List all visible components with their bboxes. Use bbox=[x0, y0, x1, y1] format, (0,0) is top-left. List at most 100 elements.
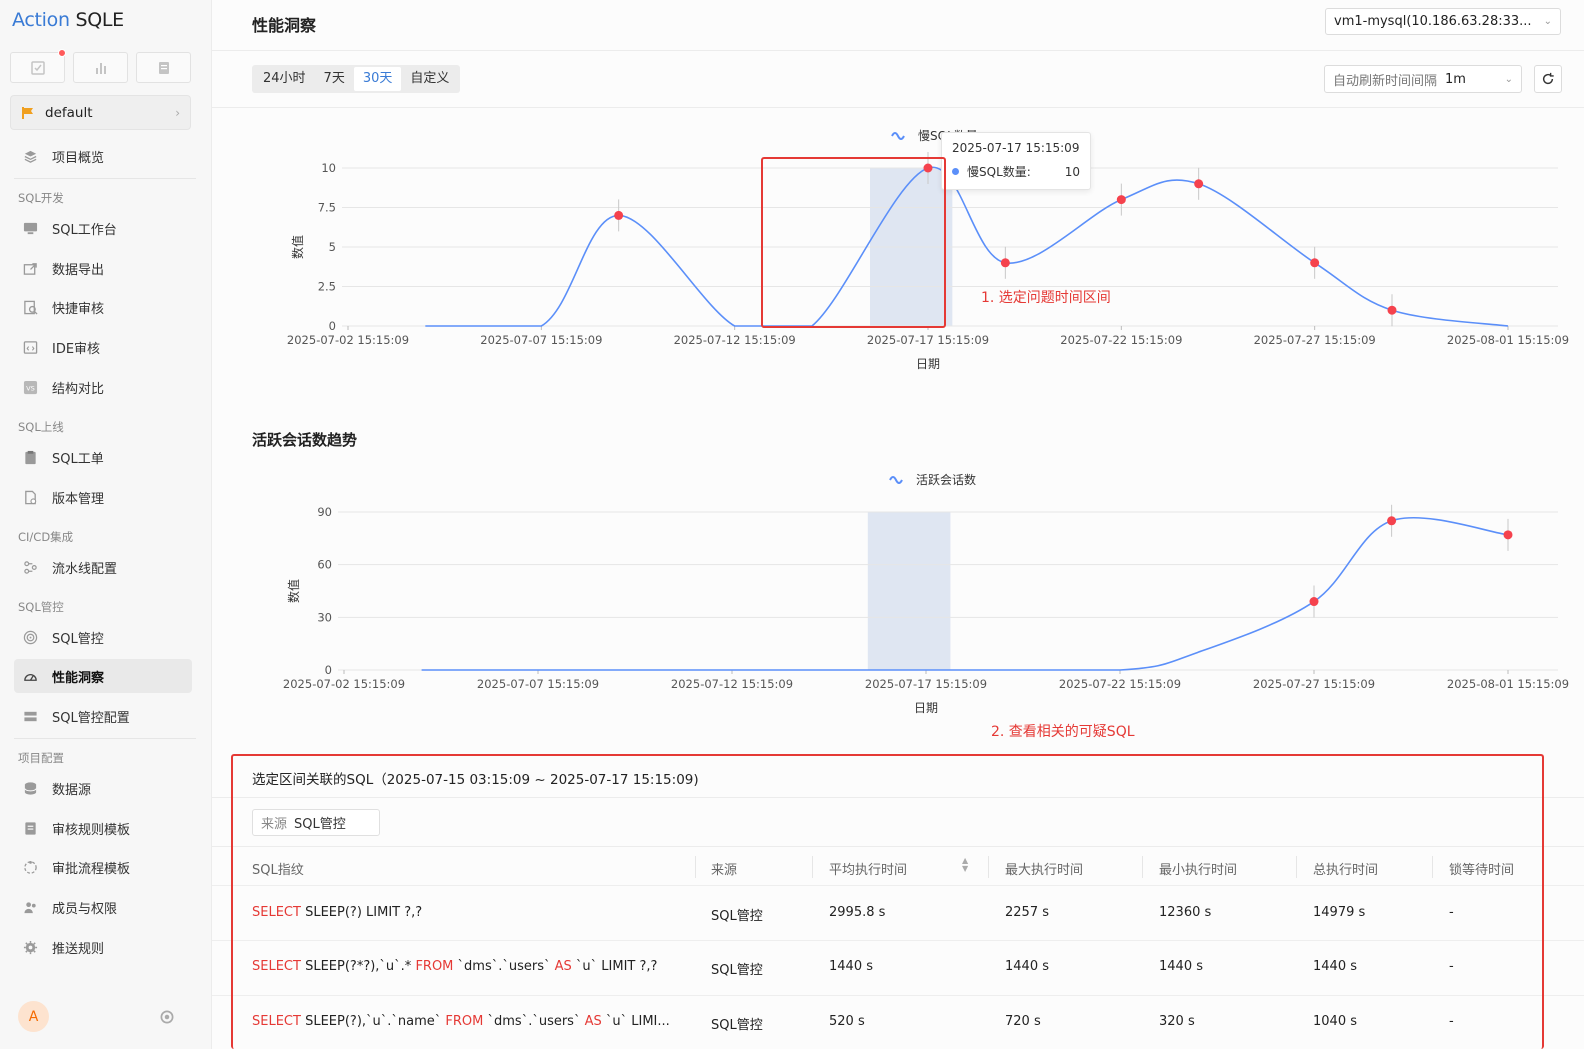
sidebar-item-data-export[interactable]: 数据导出 bbox=[14, 251, 192, 285]
sidebar-item-sql-control[interactable]: SQL管控 bbox=[14, 620, 192, 654]
sidebar-item-overview[interactable]: 项目概览 bbox=[14, 139, 192, 173]
database-icon bbox=[22, 780, 38, 796]
instance-select[interactable]: vm1-mysql(10.186.63.28:33... ⌄ bbox=[1325, 8, 1561, 35]
workflow-icon bbox=[22, 859, 38, 875]
sidebar-item-ide-audit[interactable]: IDE审核 bbox=[14, 330, 192, 364]
docs-button[interactable] bbox=[136, 52, 191, 83]
data-point bbox=[1000, 258, 1010, 268]
svg-text:VS: VS bbox=[26, 384, 35, 392]
code-window-icon bbox=[22, 339, 38, 355]
sidebar-item-datasource[interactable]: 数据源 bbox=[14, 771, 192, 805]
nav-divider bbox=[14, 178, 196, 179]
time-filter-bar: 24小时 7天 30天 自定义 自动刷新时间间隔 1m ⌄ bbox=[212, 51, 1584, 108]
data-point bbox=[1387, 516, 1397, 526]
selection-highlight bbox=[867, 512, 951, 670]
nav-group-sql-control: SQL管控 bbox=[18, 600, 64, 614]
range-30d[interactable]: 30天 bbox=[353, 67, 402, 91]
refresh-button[interactable] bbox=[1534, 65, 1562, 93]
range-custom[interactable]: 自定义 bbox=[401, 67, 458, 91]
y-tick-label: 2.5 bbox=[318, 280, 336, 294]
gear-icon bbox=[22, 939, 38, 955]
range-7d[interactable]: 7天 bbox=[315, 67, 354, 91]
nav-group-project-config: 项目配置 bbox=[18, 751, 64, 765]
y-tick-label: 30 bbox=[317, 610, 332, 624]
user-avatar[interactable]: A bbox=[18, 1001, 49, 1032]
x-tick-label: 2025-07-07 15:15:09 bbox=[480, 333, 602, 347]
data-point bbox=[1387, 305, 1397, 315]
data-point bbox=[1310, 258, 1320, 268]
y-tick-label: 60 bbox=[317, 558, 332, 572]
data-point bbox=[1116, 195, 1126, 205]
pipeline-icon bbox=[22, 559, 38, 575]
project-selector[interactable]: default › bbox=[10, 95, 191, 130]
legend-marker bbox=[891, 132, 905, 140]
x-axis-label: 日期 bbox=[916, 357, 940, 371]
sidebar-item-push-rules[interactable]: 推送规则 bbox=[14, 930, 192, 964]
nav-divider bbox=[14, 738, 196, 739]
x-tick-label: 2025-07-27 15:15:09 bbox=[1254, 333, 1376, 347]
x-tick-label: 2025-08-01 15:15:09 bbox=[1447, 333, 1569, 347]
series-dot-icon bbox=[952, 168, 959, 175]
x-axis-label: 日期 bbox=[914, 701, 938, 715]
checkbox-icon bbox=[30, 60, 45, 75]
selected-range-frame bbox=[761, 157, 946, 328]
monitor-icon bbox=[22, 220, 38, 236]
auto-refresh-select[interactable]: 自动刷新时间间隔 1m ⌄ bbox=[1324, 65, 1522, 93]
series-line bbox=[421, 516, 1509, 671]
bar-chart-icon bbox=[95, 62, 106, 74]
x-tick-label: 2025-07-17 15:15:09 bbox=[867, 333, 989, 347]
legend-label: 活跃会话数 bbox=[916, 472, 976, 487]
stats-button[interactable] bbox=[73, 52, 128, 83]
radar-icon bbox=[22, 629, 38, 645]
x-tick-label: 2025-07-27 15:15:09 bbox=[1253, 677, 1375, 691]
task-check-button[interactable] bbox=[10, 49, 66, 83]
sidebar-item-sql-workbench[interactable]: SQL工作台 bbox=[14, 211, 192, 245]
clipboard-icon bbox=[22, 449, 38, 465]
x-tick-label: 2025-07-22 15:15:09 bbox=[1060, 333, 1182, 347]
sidebar-item-approval-template[interactable]: 审批流程模板 bbox=[14, 850, 192, 884]
page-title: 性能洞察 bbox=[252, 16, 317, 35]
y-axis-label: 数值 bbox=[290, 235, 305, 259]
active-sessions-chart[interactable]: 0 30 60 90 2025-07-02 15:15:09 2025-07-07 15:… bbox=[212, 462, 1584, 724]
sidebar-item-sql-control-config[interactable]: SQL管控配置 bbox=[14, 699, 192, 733]
project-name: default bbox=[45, 104, 93, 121]
x-tick-label: 2025-07-22 15:15:09 bbox=[1059, 677, 1181, 691]
page-header: 性能洞察 vm1-mysql(10.186.63.28:33... ⌄ bbox=[212, 0, 1584, 51]
legend-marker bbox=[889, 476, 903, 484]
chart-tooltip: 2025-07-17 15:15:09 慢SQL数量: 10 bbox=[941, 132, 1091, 190]
chevron-down-icon: ⌄ bbox=[1543, 16, 1552, 27]
y-tick-label: 7.5 bbox=[318, 201, 336, 215]
sidebar-item-performance-insight[interactable]: 性能洞察 bbox=[14, 659, 192, 693]
y-tick-label: 90 bbox=[317, 505, 332, 519]
app-logo[interactable]: Action SQLE bbox=[12, 9, 124, 31]
sidebar-item-pipeline[interactable]: 流水线配置 bbox=[14, 550, 192, 584]
x-tick-label: 2025-07-12 15:15:09 bbox=[674, 333, 796, 347]
x-tick-label: 2025-07-07 15:15:09 bbox=[477, 677, 599, 691]
sidebar-item-sql-ticket[interactable]: SQL工单 bbox=[14, 440, 192, 474]
settings-gear-icon[interactable] bbox=[158, 1008, 176, 1026]
notification-dot bbox=[58, 49, 66, 57]
y-tick-label: 0 bbox=[329, 319, 336, 333]
y-tick-label: 5 bbox=[329, 240, 336, 254]
sidebar-item-schema-compare[interactable]: VS 结构对比 bbox=[14, 370, 192, 404]
sessions-section-title: 活跃会话数趋势 bbox=[252, 431, 358, 449]
sidebar-item-version-mgmt[interactable]: 版本管理 bbox=[14, 480, 192, 514]
server-config-icon bbox=[22, 708, 38, 724]
range-24h[interactable]: 24小时 bbox=[254, 67, 315, 91]
x-tick-label: 2025-07-02 15:15:09 bbox=[287, 333, 409, 347]
data-point bbox=[1194, 179, 1204, 189]
annotation-step2: 2. 查看相关的可疑SQL bbox=[991, 724, 1135, 740]
x-tick-label: 2025-07-02 15:15:09 bbox=[283, 677, 405, 691]
refresh-icon bbox=[1542, 72, 1554, 85]
layers-icon bbox=[22, 148, 38, 164]
sidebar-item-members[interactable]: 成员与权限 bbox=[14, 890, 192, 924]
data-point bbox=[614, 210, 624, 220]
sidebar: Action SQLE default › 项目概览 SQL开发 SQL工作台 … bbox=[0, 0, 212, 1049]
x-tick-label: 2025-07-12 15:15:09 bbox=[671, 677, 793, 691]
y-tick-label: 0 bbox=[325, 663, 332, 677]
x-tick-label: 2025-08-01 15:15:09 bbox=[1447, 677, 1569, 691]
nav-group-sql-dev: SQL开发 bbox=[18, 191, 64, 205]
sidebar-item-rule-template[interactable]: 审核规则模板 bbox=[14, 811, 192, 845]
y-axis-label: 数值 bbox=[286, 579, 301, 603]
sidebar-item-quick-audit[interactable]: 快捷审核 bbox=[14, 290, 192, 324]
